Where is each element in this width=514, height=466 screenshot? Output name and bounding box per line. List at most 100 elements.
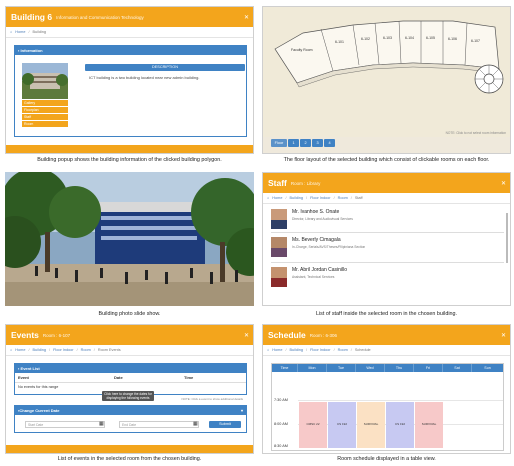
schedule-title: Schedule — [268, 330, 306, 340]
crumb-floor[interactable]: Floor Indoor — [310, 196, 330, 200]
calendar-icon[interactable]: ▦ — [99, 421, 104, 427]
photo-panel — [5, 172, 254, 306]
time-label: 7:30 AM — [274, 398, 288, 402]
building-menu: Gallery Floorplan Staff Room — [22, 100, 68, 127]
crumb-home[interactable]: Home — [15, 30, 25, 34]
building-footer — [6, 145, 253, 153]
crumb-building[interactable]: Building — [290, 196, 304, 200]
crumb-home[interactable]: Home — [15, 348, 25, 352]
crumb-building[interactable]: Building — [33, 348, 47, 352]
time-label: 8:00 AM — [274, 422, 288, 426]
room-6-106[interactable]: 6-106 — [448, 37, 457, 41]
staff-panel: Staff Room : Library ✕ ⌂ Home / Building /… — [262, 172, 511, 306]
crumb-home[interactable]: Home — [272, 196, 282, 200]
room-6-102[interactable]: 6-102 — [361, 37, 370, 41]
floor-tab-4[interactable]: 4 — [324, 139, 335, 147]
end-date-input[interactable]: End Date — [119, 421, 199, 428]
home-icon: ⌂ — [10, 348, 13, 352]
close-icon[interactable]: ✕ — [501, 180, 506, 187]
change-date-header[interactable]: ▪ Change Current Date ▾ — [15, 406, 246, 415]
col-thu: Thu — [385, 364, 414, 372]
breadcrumb: ⌂ Home / Building / Floor Indoor / Room / Ro… — [6, 345, 253, 356]
tooltip: Click here to change the dates for displ… — [102, 391, 154, 401]
schedule-subtitle: Room : 6-306 — [309, 332, 338, 338]
breadcrumb: ⌂ Home / Building — [6, 27, 253, 38]
event-table-header: Event Date Time — [15, 373, 246, 383]
change-date-box: ▪ Change Current Date ▾ Start Date ▦ End… — [14, 405, 247, 433]
caption-photo: Building photo slide show. — [98, 311, 161, 317]
class-block-wed[interactable]: SURVIVAL — [357, 402, 385, 448]
floor-tab-3[interactable]: 3 — [312, 139, 323, 147]
description-label: DESCRIPTION — [85, 64, 245, 71]
room-6-104[interactable]: 6-104 — [405, 36, 414, 40]
breadcrumb: ⌂ Home / Building / Floor Indoor / Room / St… — [263, 193, 510, 204]
crumb-room-events: Room Events — [97, 348, 121, 352]
room-6-105[interactable]: 6-105 — [426, 36, 435, 40]
class-block-mon[interactable]: CMSC 22 — [299, 402, 327, 448]
class-block-thu[interactable]: CS 192 — [386, 402, 414, 448]
room-6-107[interactable]: 6-107 — [471, 39, 480, 43]
staff-name: Mr. Abril Jordan Casinillo — [292, 267, 348, 273]
room-6-101[interactable]: 6-101 — [335, 40, 344, 44]
crumb-room[interactable]: Room — [338, 196, 348, 200]
avatar — [271, 267, 287, 287]
crumb-floor[interactable]: Floor Indoor — [53, 348, 73, 352]
events-panel: Events Room : 6-107 ✕ ⌂ Home / Building / … — [5, 324, 254, 454]
floorplan-panel: Faculty Room 6-101 6-102 6-103 6-104 6-1… — [262, 6, 511, 154]
caption-staff: List of staff inside the selected room i… — [315, 311, 458, 317]
crumb-room[interactable]: Room — [338, 348, 348, 352]
menu-staff[interactable]: Staff — [22, 114, 68, 120]
close-icon[interactable]: ✕ — [244, 332, 249, 339]
home-icon: ⌂ — [267, 196, 270, 200]
building-title-bar: Building 6 Information and Communication… — [6, 7, 253, 27]
menu-gallery[interactable]: Gallery — [22, 100, 68, 106]
building-photo[interactable] — [5, 172, 254, 306]
room-6-103[interactable]: 6-103 — [383, 36, 392, 40]
floor-tab-2[interactable]: 2 — [300, 139, 311, 147]
floor-tab-1[interactable]: 1 — [288, 139, 299, 147]
info-header: ▪ Information — [15, 46, 246, 55]
submit-button[interactable]: Submit — [209, 421, 241, 428]
floor-tabs: Floor 1 2 3 4 — [271, 139, 335, 147]
staff-item[interactable]: Ms. Beverly Cimagala In-Charge, Serials/… — [271, 233, 504, 263]
schedule-table: Time Mon Tue Wed Thu Fri Sat Sun 7:30 AM… — [271, 363, 504, 451]
close-icon[interactable]: ✕ — [501, 332, 506, 339]
caption-building: Building popup shows the building inform… — [37, 157, 222, 163]
crumb-room[interactable]: Room — [81, 348, 91, 352]
room-faculty[interactable]: Faculty Room — [291, 48, 313, 52]
staff-item[interactable]: Mr. Ivanhoe S. Onate Director, Library a… — [271, 207, 504, 233]
start-date-input[interactable]: Start Date — [25, 421, 105, 428]
col-mon: Mon — [298, 364, 327, 372]
event-note: NOTE: Click a event to show additional d… — [181, 397, 243, 401]
menu-floorplan[interactable]: Floorplan — [22, 107, 68, 113]
scrollbar[interactable] — [506, 213, 508, 263]
events-subtitle: Room : 6-107 — [42, 332, 71, 338]
staff-role: Director, Library and Audiovisual Servic… — [292, 217, 353, 221]
building-title: Building 6 — [11, 12, 53, 22]
col-time: Time — [272, 364, 298, 372]
floor-map[interactable]: Faculty Room 6-101 6-102 6-103 6-104 6-1… — [263, 7, 511, 137]
class-block-fri[interactable]: SURVIVAL — [415, 402, 443, 448]
staff-title: Staff — [268, 178, 287, 188]
home-icon: ⌂ — [10, 30, 13, 34]
building-description: ICT building is a two building located n… — [89, 75, 200, 80]
breadcrumb: ⌂ Home / Building / Floor Indoor / Room / Sc… — [263, 345, 510, 356]
schedule-title-bar: Schedule Room : 6-306 ✕ — [263, 325, 510, 345]
class-block-tue[interactable]: CS 192 — [328, 402, 356, 448]
staff-list: Mr. Ivanhoe S. Onate Director, Library a… — [271, 207, 504, 291]
crumb-building[interactable]: Building — [290, 348, 304, 352]
crumb-home[interactable]: Home — [272, 348, 282, 352]
staff-title-bar: Staff Room : Library ✕ — [263, 173, 510, 193]
schedule-header-row: Time Mon Tue Wed Thu Fri Sat Sun — [272, 364, 503, 372]
staff-role: In-Charge, Serials/AVS/Theses/Filipinian… — [292, 245, 366, 249]
home-icon: ⌂ — [267, 348, 270, 352]
staff-subtitle: Room : Library — [290, 180, 321, 186]
staff-item[interactable]: Mr. Abril Jordan Casinillo Assistant, Te… — [271, 263, 504, 291]
menu-room[interactable]: Room — [22, 121, 68, 127]
crumb-floor[interactable]: Floor Indoor — [310, 348, 330, 352]
close-icon[interactable]: ✕ — [244, 14, 249, 21]
calendar-icon[interactable]: ▦ — [193, 421, 198, 427]
building-popup-panel: Building 6 Information and Communication… — [5, 6, 254, 154]
staff-name: Mr. Ivanhoe S. Onate — [292, 209, 340, 215]
col-tue: Tue — [327, 364, 356, 372]
